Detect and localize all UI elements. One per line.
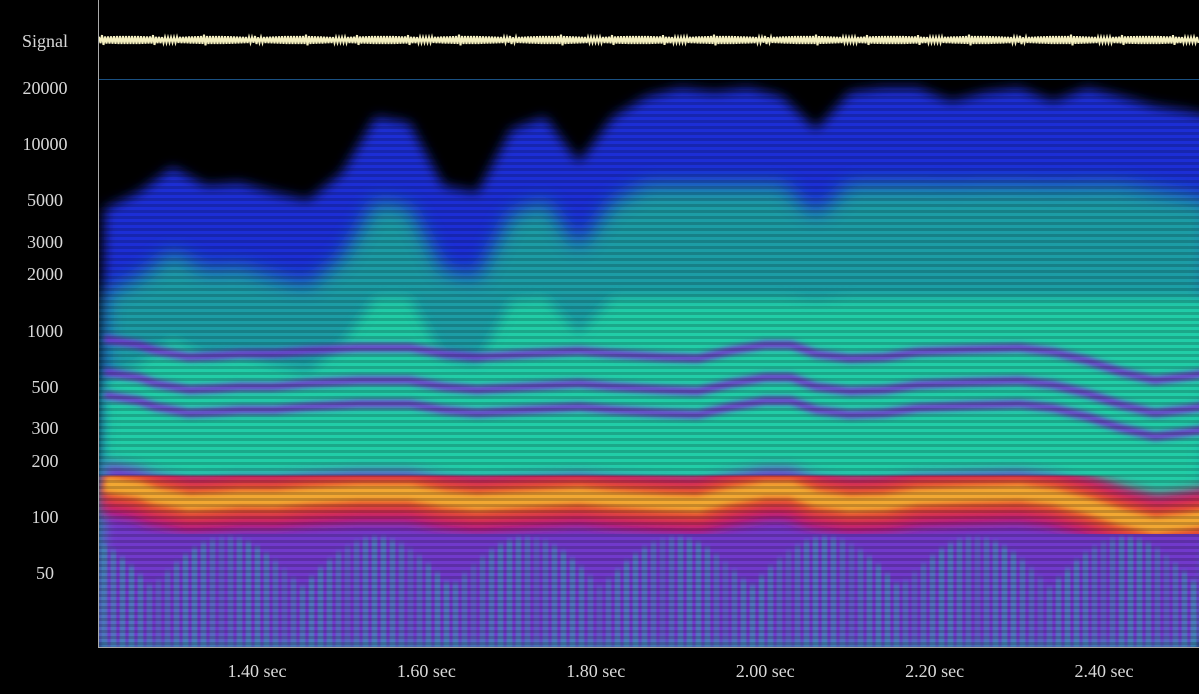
x-tick-label: 1.80 sec: [566, 661, 626, 681]
y-tick-label: 2000: [27, 264, 63, 285]
signal-waveform: [98, 33, 1199, 47]
x-tick-label: 1.40 sec: [227, 661, 287, 681]
y-tick-label: 100: [31, 506, 59, 527]
spectrogram-plot: [98, 80, 1199, 647]
y-tick-label: 500: [31, 376, 59, 397]
y-tick-label: 1000: [27, 320, 63, 341]
y-tick-label: 3000: [27, 231, 63, 252]
x-tick-label: 2.00 sec: [735, 661, 795, 681]
signal-trace: [98, 33, 1199, 47]
x-tick-label: 1.60 sec: [396, 661, 456, 681]
signal-label: Signal: [21, 31, 68, 51]
y-tick-label: 10000: [22, 134, 68, 155]
y-tick-label: 200: [31, 450, 59, 471]
striation-texture: [98, 80, 1199, 647]
x-tick-label: 2.20 sec: [905, 661, 965, 681]
y-tick-label: 50: [36, 563, 54, 583]
x-tick-label: 2.40 sec: [1074, 661, 1134, 681]
spectrogram-figure: [98, 0, 1199, 648]
y-tick-label: 20000: [22, 78, 68, 98]
y-tick-label: 5000: [27, 190, 63, 211]
y-tick-label: 300: [31, 417, 59, 438]
